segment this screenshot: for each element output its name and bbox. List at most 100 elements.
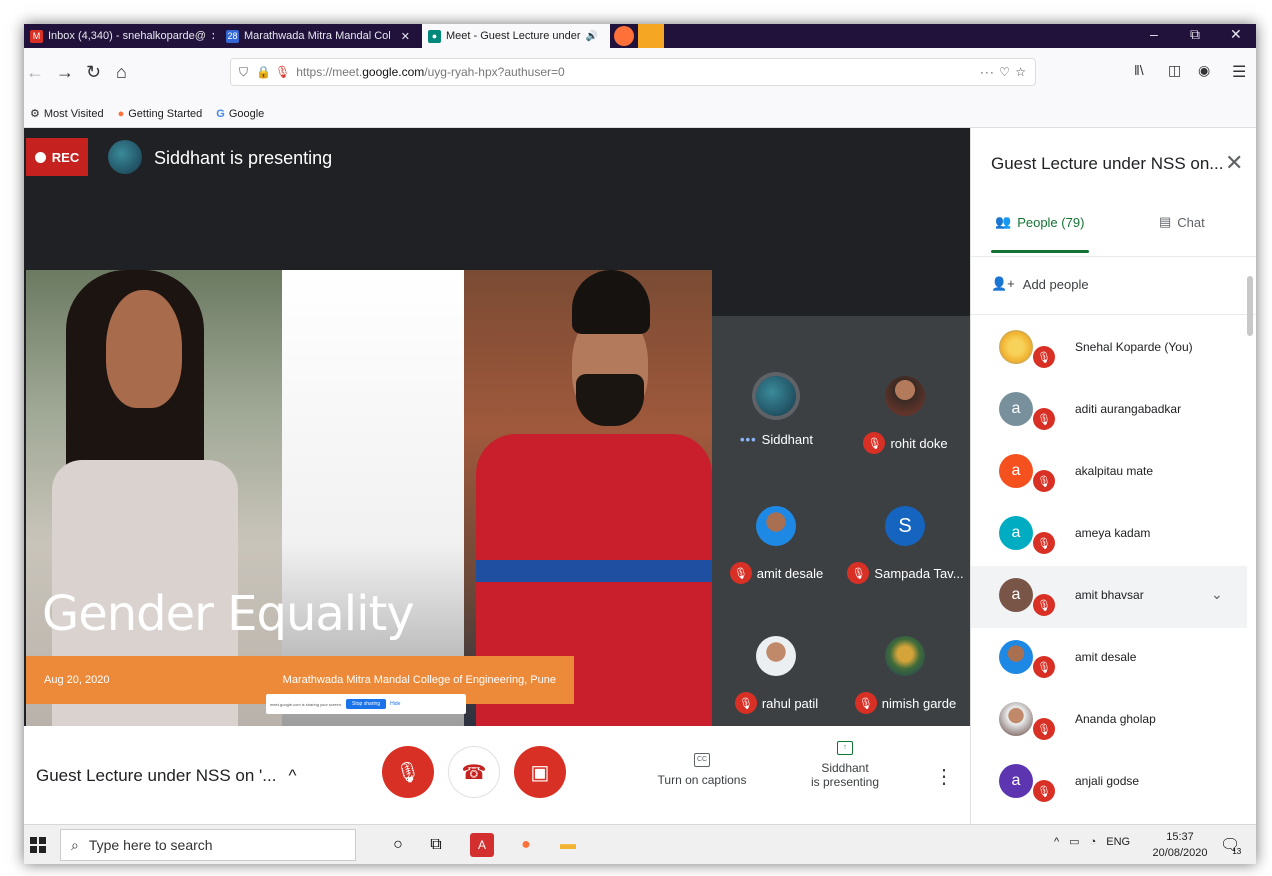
participant-tile[interactable]: 🎙 rohit doke — [841, 336, 970, 456]
speaker-icon[interactable]: 🔊 — [586, 31, 598, 42]
bookmark-label: Google — [228, 107, 265, 120]
participant-tile[interactable]: 🎙 nimish garde — [841, 596, 970, 716]
speaking-indicator-icon: ••• — [740, 432, 757, 447]
close-icon[interactable]: ✕ — [401, 30, 410, 43]
bookmark-getting-started[interactable]: ● Getting Started — [118, 108, 203, 120]
list-item[interactable]: a 🎙 ameya kadam — [971, 504, 1247, 566]
microphone-indicator-icon[interactable] — [638, 24, 664, 48]
avatar: a — [999, 764, 1033, 798]
tab-college[interactable]: 28 Marathwada Mitra Mandal Col ✕ — [220, 24, 416, 48]
scrollbar[interactable] — [1247, 276, 1253, 336]
file-explorer-icon[interactable]: ▬ — [556, 833, 580, 857]
avatar — [999, 702, 1033, 736]
participant-tile[interactable]: 🎙 rahul patil — [712, 596, 841, 716]
pdf-reader-icon[interactable]: A — [470, 833, 494, 857]
list-item[interactable]: a 🎙 akalpitau mate — [971, 442, 1247, 504]
task-view-icon[interactable]: ⧉ — [424, 833, 448, 857]
tab-label: Meet - Guest Lecture under — [446, 30, 581, 42]
taskbar-search-input[interactable]: ⌕ Type here to search — [60, 829, 356, 861]
battery-icon[interactable]: ▭ — [1069, 835, 1079, 848]
calendar-icon: 28 — [226, 29, 239, 43]
list-item[interactable]: a 🎙 anjali godse — [971, 752, 1247, 814]
bookmark-most-visited[interactable]: ⚙ Most Visited — [30, 107, 104, 121]
taskbar-clock[interactable]: 15:37 20/08/2020 — [1150, 829, 1210, 861]
avatar: S — [885, 506, 925, 546]
library-icon[interactable]: ‖\ — [1134, 62, 1144, 78]
participant-name: amit desale — [756, 565, 824, 581]
avatar: a — [999, 578, 1033, 612]
reload-icon[interactable]: ↻ — [86, 62, 101, 83]
wifi-icon[interactable]: ◔ — [1090, 836, 1097, 848]
leave-call-button[interactable]: ☎ — [448, 746, 500, 798]
meet-stage: REC Siddhant is presenting Gender Equali… — [24, 128, 970, 726]
participant-name: Ananda gholap — [1075, 712, 1156, 726]
sidebar-icon[interactable]: ◫ — [1168, 62, 1181, 79]
minimize-icon[interactable]: – — [1150, 26, 1158, 42]
menu-icon[interactable]: ☰ — [1232, 62, 1246, 82]
close-icon[interactable]: ✕ — [1230, 26, 1242, 43]
cortana-icon[interactable]: ○ — [386, 833, 410, 857]
tab-label: People (79) — [1017, 214, 1085, 230]
captions-button[interactable]: CC Turn on captions — [650, 750, 754, 787]
mic-toggle-button[interactable]: 🎙 — [382, 746, 434, 798]
present-screen-icon: ↑ — [837, 741, 853, 755]
gmail-icon: M — [30, 29, 43, 43]
close-icon[interactable]: ✕ — [1225, 150, 1243, 176]
participant-name: amit desale — [1075, 650, 1137, 664]
panel-title: Guest Lecture under NSS on... — [991, 154, 1224, 173]
participant-name: akalpitau mate — [1075, 464, 1154, 478]
hide-button[interactable]: Hide — [390, 701, 400, 707]
hang-up-icon: ☎ — [461, 761, 487, 784]
list-item[interactable]: a 🎙 aditi aurangabadkar — [971, 380, 1247, 442]
tab-inbox[interactable]: M Inbox (4,340) - snehalkoparde@ ✕ — [24, 24, 214, 48]
restore-icon[interactable]: ⧉ — [1190, 26, 1200, 43]
active-tab-indicator — [991, 250, 1089, 253]
search-icon: ⌕ — [71, 836, 79, 853]
forward-icon[interactable]: → — [56, 62, 74, 83]
participant-name: Siddhant — [761, 432, 813, 447]
tab-label: Marathwada Mitra Mandal Col — [244, 30, 391, 42]
list-item[interactable]: 🎙 Ananda gholap — [971, 690, 1247, 752]
tab-meet[interactable]: ● Meet - Guest Lecture under 🔊 — [422, 24, 610, 48]
camera-toggle-button[interactable]: ▣ — [514, 746, 566, 798]
people-panel: Guest Lecture under NSS on... ✕ 👥 People… — [970, 128, 1256, 824]
list-item[interactable]: a 🎙 amit bhavsar ⌄ — [971, 566, 1247, 628]
man-figure-stripe — [476, 560, 712, 582]
add-people-button[interactable]: 👤+ Add people — [991, 276, 1089, 292]
back-icon[interactable]: ← — [26, 62, 44, 83]
home-icon[interactable]: ⌂ — [116, 62, 127, 83]
presenting-button[interactable]: ↑ Siddhant is presenting — [802, 738, 888, 789]
meeting-controls: Guest Lecture under NSS on '... ^ 🎙 ☎ ▣ … — [24, 726, 970, 824]
participant-tile[interactable]: S 🎙 Sampada Tav... — [841, 466, 970, 586]
meeting-details-toggle[interactable]: Guest Lecture under NSS on '... ^ — [36, 766, 296, 786]
close-icon[interactable]: ✕ — [211, 30, 214, 43]
add-people-label: Add people — [1022, 276, 1089, 292]
stop-sharing-button[interactable]: Stop sharing — [346, 699, 387, 709]
mic-off-icon: 🎙 — [847, 562, 870, 584]
browser-tab-bar: M Inbox (4,340) - snehalkoparde@ ✕ 28 Ma… — [24, 24, 1256, 48]
page-actions-icon[interactable]: ··· ♡ ☆ — [980, 65, 1027, 79]
firefox-icon[interactable] — [614, 26, 634, 46]
list-item[interactable]: 🎙 Snehal Koparde (You) — [971, 318, 1247, 380]
address-bar[interactable]: ⛉ 🔒 🎙 https://meet. google.com /uyg-ryah… — [230, 58, 1036, 86]
avatar — [885, 636, 925, 676]
account-icon[interactable]: ◉ — [1198, 62, 1210, 79]
language-indicator[interactable]: ENG — [1106, 836, 1130, 848]
list-item[interactable]: 🎙 amit desale — [971, 628, 1247, 690]
tab-chat[interactable]: ▤ Chat — [1159, 214, 1205, 230]
firefox-icon[interactable]: ● — [514, 833, 538, 857]
participant-tile[interactable]: 🎙 amit desale — [712, 466, 841, 586]
bookmark-google[interactable]: G Google — [216, 108, 264, 120]
windows-start-icon[interactable] — [30, 837, 46, 853]
tab-people[interactable]: 👥 People (79) — [995, 214, 1084, 230]
more-options-icon[interactable]: ⋮ — [934, 764, 954, 789]
presenter-avatar — [108, 140, 142, 174]
chevron-up-icon[interactable]: ^ — [1054, 836, 1059, 848]
windows-taskbar: ⌕ Type here to search ○ ⧉ A ● ▬ ^ ▭ ◔ EN… — [24, 824, 1256, 864]
chevron-down-icon[interactable]: ⌄ — [1211, 586, 1223, 603]
notification-center-icon[interactable]: 🗨13 — [1220, 835, 1249, 856]
avatar — [885, 376, 925, 416]
participant-tile[interactable]: ••• Siddhant — [712, 336, 841, 456]
gear-icon: ⚙ — [30, 108, 40, 120]
participant-name: aditi aurangabadkar — [1075, 402, 1182, 416]
